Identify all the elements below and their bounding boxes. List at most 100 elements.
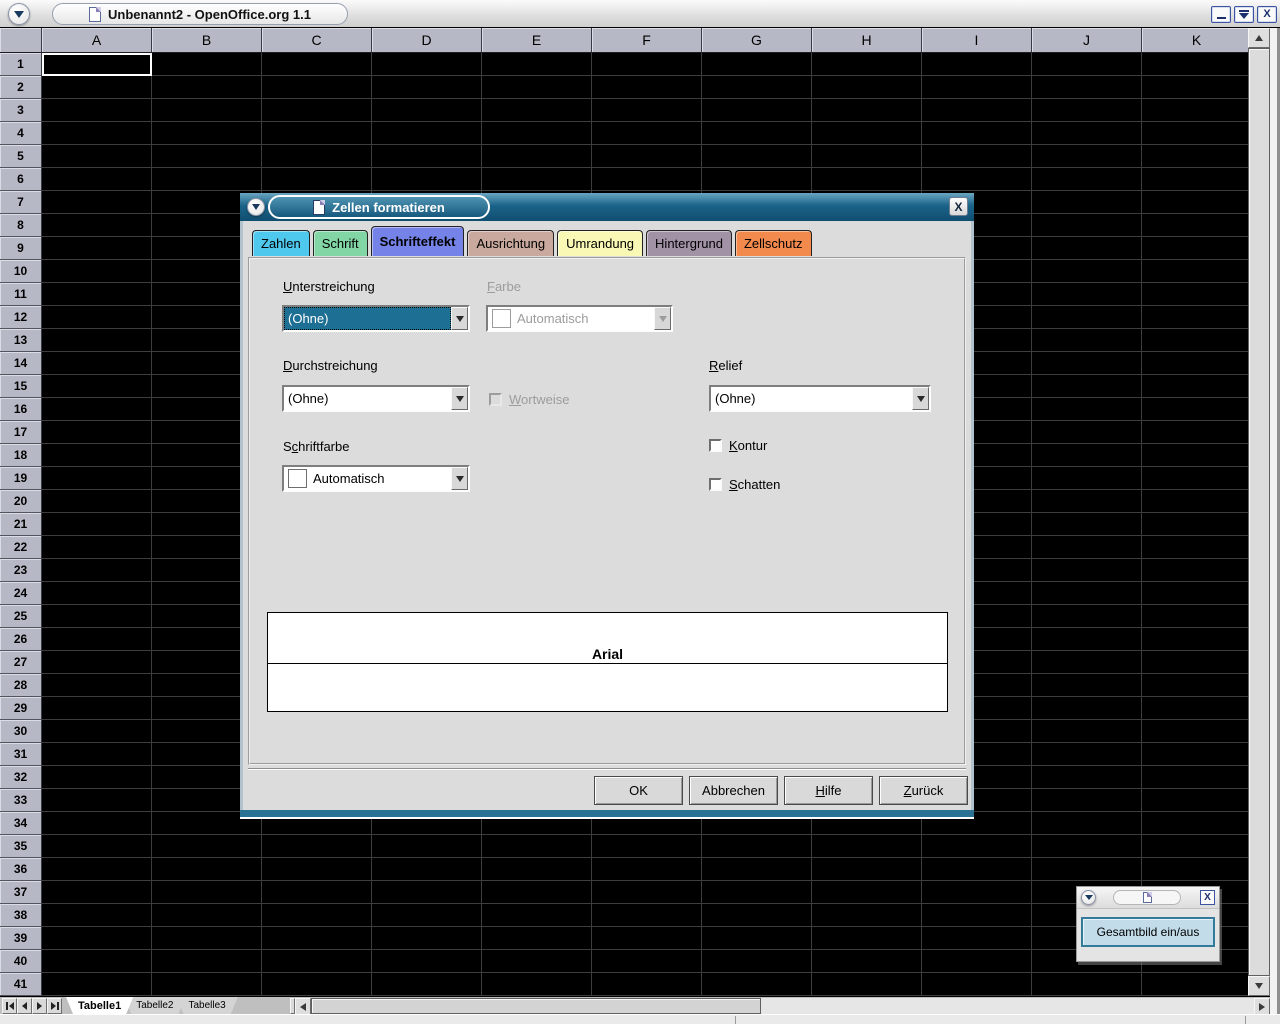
column-header-a[interactable]: A xyxy=(42,28,152,53)
row-header-35[interactable]: 35 xyxy=(0,835,42,858)
underline-dropdown[interactable]: (Ohne) xyxy=(282,305,470,332)
scroll-up-button[interactable] xyxy=(1248,28,1270,48)
shade-button[interactable] xyxy=(1234,6,1254,23)
row-header-7[interactable]: 7 xyxy=(0,191,42,214)
first-sheet-button[interactable] xyxy=(2,998,17,1014)
vertical-scrollbar-thumb[interactable] xyxy=(1248,48,1270,976)
row-header-12[interactable]: 12 xyxy=(0,306,42,329)
row-header-14[interactable]: 14 xyxy=(0,352,42,375)
row-header-39[interactable]: 39 xyxy=(0,927,42,950)
row-header-8[interactable]: 8 xyxy=(0,214,42,237)
row-header-16[interactable]: 16 xyxy=(0,398,42,421)
row-header-11[interactable]: 11 xyxy=(0,283,42,306)
row-header-20[interactable]: 20 xyxy=(0,490,42,513)
row-header-1[interactable]: 1 xyxy=(0,53,42,76)
outline-checkbox[interactable]: Kontur xyxy=(709,438,767,453)
tab-zahlen[interactable]: Zahlen xyxy=(252,230,310,256)
row-header-13[interactable]: 13 xyxy=(0,329,42,352)
row-header-31[interactable]: 31 xyxy=(0,743,42,766)
row-header-23[interactable]: 23 xyxy=(0,559,42,582)
previous-sheet-button[interactable] xyxy=(17,998,32,1014)
row-header-34[interactable]: 34 xyxy=(0,812,42,835)
row-header-25[interactable]: 25 xyxy=(0,605,42,628)
horizontal-scrollbar-track[interactable] xyxy=(761,998,1254,1014)
row-header-28[interactable]: 28 xyxy=(0,674,42,697)
row-header-32[interactable]: 32 xyxy=(0,766,42,789)
row-header-6[interactable]: 6 xyxy=(0,168,42,191)
dropdown-arrow-button[interactable] xyxy=(451,307,468,330)
shadow-checkbox[interactable]: Schatten xyxy=(709,477,780,492)
dropdown-arrow-button[interactable] xyxy=(912,387,929,410)
overview-toggle-button[interactable]: Gesamtbild ein/aus xyxy=(1081,917,1215,947)
row-header-22[interactable]: 22 xyxy=(0,536,42,559)
overview-titlebar[interactable]: X xyxy=(1077,887,1219,909)
row-header-17[interactable]: 17 xyxy=(0,421,42,444)
dropdown-arrow-button[interactable] xyxy=(451,467,468,490)
minimize-button[interactable] xyxy=(1211,6,1231,23)
tab-zellschutz[interactable]: Zellschutz xyxy=(735,230,812,256)
row-header-21[interactable]: 21 xyxy=(0,513,42,536)
row-header-37[interactable]: 37 xyxy=(0,881,42,904)
overview-close-button[interactable]: X xyxy=(1200,890,1215,905)
tab-umrandung[interactable]: Umrandung xyxy=(557,230,643,256)
dropdown-arrow-button[interactable] xyxy=(451,387,468,410)
abbrechen-button[interactable]: Abbrechen xyxy=(689,776,778,805)
strikethrough-dropdown[interactable]: (Ohne) xyxy=(282,385,470,412)
window-menu-button[interactable] xyxy=(8,3,30,25)
horizontal-scrollbar[interactable] xyxy=(295,998,1270,1014)
dialog-menu-button[interactable] xyxy=(247,198,265,216)
ok-button[interactable]: OK xyxy=(594,776,683,805)
tab-hintergrund[interactable]: Hintergrund xyxy=(646,230,732,256)
column-header-b[interactable]: B xyxy=(152,28,262,53)
row-header-30[interactable]: 30 xyxy=(0,720,42,743)
column-header-c[interactable]: C xyxy=(262,28,372,53)
row-header-5[interactable]: 5 xyxy=(0,145,42,168)
close-button[interactable]: X xyxy=(1257,6,1277,23)
selected-cell-a1[interactable] xyxy=(42,53,152,76)
row-header-10[interactable]: 10 xyxy=(0,260,42,283)
sheet-tab-tabelle3[interactable]: Tabelle3 xyxy=(176,997,237,1014)
row-header-26[interactable]: 26 xyxy=(0,628,42,651)
column-header-k[interactable]: K xyxy=(1142,28,1248,53)
row-header-38[interactable]: 38 xyxy=(0,904,42,927)
vertical-scrollbar[interactable] xyxy=(1248,28,1270,996)
row-header-4[interactable]: 4 xyxy=(0,122,42,145)
hilfe-button[interactable]: Hilfe xyxy=(784,776,873,805)
last-sheet-button[interactable] xyxy=(47,998,62,1014)
column-header-h[interactable]: H xyxy=(812,28,922,53)
sheet-tab-tabelle1[interactable]: Tabelle1 xyxy=(66,997,133,1014)
row-header-18[interactable]: 18 xyxy=(0,444,42,467)
row-header-2[interactable]: 2 xyxy=(0,76,42,99)
row-header-41[interactable]: 41 xyxy=(0,973,42,996)
row-header-33[interactable]: 33 xyxy=(0,789,42,812)
horizontal-scrollbar-thumb[interactable] xyxy=(311,998,761,1014)
row-header-29[interactable]: 29 xyxy=(0,697,42,720)
overview-menu-button[interactable] xyxy=(1081,890,1096,905)
column-header-e[interactable]: E xyxy=(482,28,592,53)
row-header-40[interactable]: 40 xyxy=(0,950,42,973)
next-sheet-button[interactable] xyxy=(32,998,47,1014)
scroll-down-button[interactable] xyxy=(1248,976,1270,996)
row-header-15[interactable]: 15 xyxy=(0,375,42,398)
row-header-3[interactable]: 3 xyxy=(0,99,42,122)
row-header-19[interactable]: 19 xyxy=(0,467,42,490)
column-header-i[interactable]: I xyxy=(922,28,1032,53)
dialog-titlebar[interactable]: Zellen formatieren X xyxy=(240,193,974,221)
sheet-tab-tabelle2[interactable]: Tabelle2 xyxy=(124,997,185,1014)
dialog-close-button[interactable]: X xyxy=(949,197,968,216)
column-header-g[interactable]: G xyxy=(702,28,812,53)
row-header-9[interactable]: 9 xyxy=(0,237,42,260)
zur-ck-button[interactable]: Zurück xyxy=(879,776,968,805)
tab-ausrichtung[interactable]: Ausrichtung xyxy=(467,230,554,256)
font-color-dropdown[interactable]: Automatisch xyxy=(282,465,470,492)
select-all-corner[interactable] xyxy=(0,28,42,53)
row-header-27[interactable]: 27 xyxy=(0,651,42,674)
relief-dropdown[interactable]: (Ohne) xyxy=(709,385,931,412)
column-header-j[interactable]: J xyxy=(1032,28,1142,53)
column-header-f[interactable]: F xyxy=(592,28,702,53)
row-header-36[interactable]: 36 xyxy=(0,858,42,881)
tab-schrifteffekt[interactable]: Schrifteffekt xyxy=(371,226,465,256)
window-title-pill[interactable]: Unbenannt2 - OpenOffice.org 1.1 xyxy=(52,3,348,25)
column-header-d[interactable]: D xyxy=(372,28,482,53)
row-header-24[interactable]: 24 xyxy=(0,582,42,605)
